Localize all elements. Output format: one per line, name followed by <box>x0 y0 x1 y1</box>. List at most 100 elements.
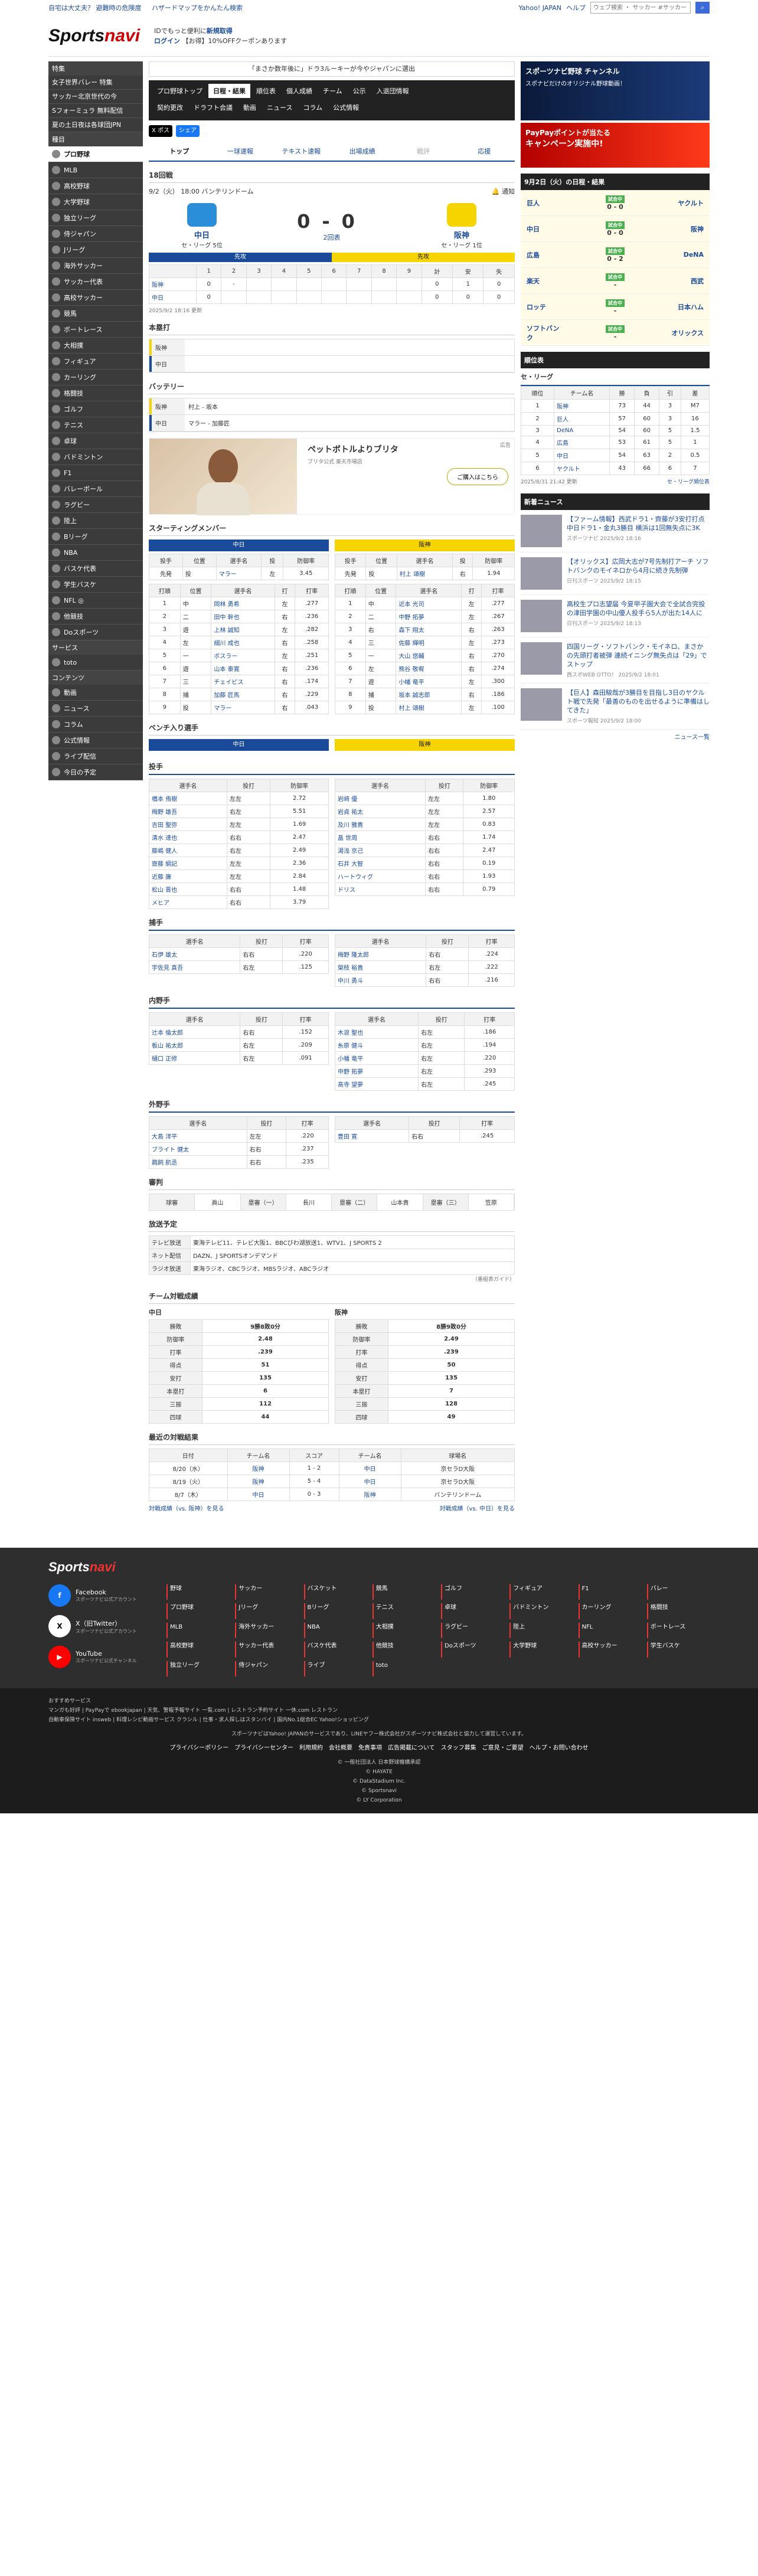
news-title[interactable]: 【巨人】森田駿哉が3勝目を目指し3日のヤクルト戦で先発「最善のものを出せるように… <box>567 688 710 715</box>
footer-link[interactable]: NFL <box>578 1622 641 1639</box>
footer-link[interactable]: 格闘技 <box>646 1603 710 1619</box>
footer-bottom-link[interactable]: 免責事項 <box>358 1744 382 1753</box>
sidebar-item-sport[interactable]: プロ野球 <box>48 146 143 162</box>
news-item[interactable]: 【オリックス】広岡大志が7号先制打アーチ ソフトバンクのモイネロから4月に続き先… <box>521 553 710 595</box>
player-name[interactable]: 藤嶋 健人 <box>149 844 227 857</box>
baseball-nav-item[interactable]: 個人成績 <box>282 84 317 98</box>
sidebar-item-content[interactable]: 動画 <box>48 685 143 701</box>
result-game[interactable]: 巨人 試合中 0 - 0 ヤクルト <box>521 190 710 216</box>
away-team-name[interactable]: 阪神 <box>420 229 503 240</box>
footer-bottom-link[interactable]: 広告掲載について <box>388 1744 435 1753</box>
player-name[interactable]: ブライト 健太 <box>149 1142 247 1156</box>
promo-banner[interactable]: 「まさか数年後に」ドラ3ルーキーが今やジャパンに選出 <box>149 61 515 77</box>
footer-social[interactable]: ▶ YouTube スポーツナビ公式チャンネル <box>48 1646 155 1668</box>
player-name[interactable]: 石井 大智 <box>334 857 426 870</box>
footer-link[interactable]: ラグビー <box>441 1622 504 1639</box>
result-game[interactable]: 広島 試合中 0 - 2 DeNA <box>521 242 710 268</box>
news-item[interactable]: 【巨人】森田駿哉が3勝目を目指し3日のヤクルト戦で先発「最善のものを出せるように… <box>521 684 710 730</box>
sidebar-item-sport[interactable]: テニス <box>48 417 143 433</box>
player-name[interactable]: 加藤 匠馬 <box>211 688 275 701</box>
footer-link[interactable]: NBA <box>303 1622 367 1639</box>
sidebar-item-content[interactable]: ライブ配信 <box>48 748 143 764</box>
player-name[interactable]: 及川 雅貴 <box>334 818 426 831</box>
standing-team[interactable]: ヤクルト <box>554 462 610 475</box>
news-thumbnail[interactable] <box>521 515 562 547</box>
sidebar-item-sport[interactable]: カーリング <box>48 370 143 385</box>
standing-team[interactable]: 阪神 <box>554 399 610 413</box>
table-cell[interactable]: 0 - 3 <box>289 1488 339 1501</box>
news-title[interactable]: 四国リーグ・ソフトバンク・モイネロ、まさかの先頭打者被弾 連続イニング無失点は「… <box>567 642 710 669</box>
team-link[interactable]: 中日 <box>338 1462 401 1475</box>
baseball-nav-item[interactable]: 順位表 <box>251 84 280 98</box>
footer-bottom-link[interactable]: 利用規約 <box>299 1744 323 1753</box>
player-name[interactable]: 板山 祐太郎 <box>148 1038 241 1052</box>
player-name[interactable]: 近本 光司 <box>396 597 462 610</box>
result-game[interactable]: ソフトバンク 試合中 - オリックス <box>521 320 710 346</box>
standing-team[interactable]: 中日 <box>554 449 610 462</box>
game-tab[interactable]: 出場成績 <box>332 142 393 161</box>
sidebar-item-sport[interactable]: バレーボール <box>48 481 143 497</box>
sidebar-item-sport[interactable]: 学生バスケ <box>48 577 143 593</box>
login-link[interactable]: ログイン <box>154 37 180 45</box>
player-name[interactable]: 細川 成也 <box>211 636 275 649</box>
result-game[interactable]: 楽天 試合中 - 西武 <box>521 268 710 294</box>
footer-link[interactable]: 陸上 <box>509 1622 572 1639</box>
footer-bottom-link[interactable]: プライバシーセンター <box>234 1744 293 1753</box>
home-team-name[interactable]: 中日 <box>161 229 243 240</box>
sidebar-item-sport[interactable]: フィギュア <box>48 354 143 370</box>
result-team-b[interactable]: 日本ハム <box>668 302 704 312</box>
league-tab[interactable]: セ・リーグ <box>521 368 710 386</box>
player-name[interactable]: 齋藤 綱記 <box>149 857 227 870</box>
result-team-b[interactable]: DeNA <box>668 251 704 259</box>
game-tab[interactable]: トップ <box>149 142 210 161</box>
standing-team[interactable]: DeNA <box>554 425 610 436</box>
player-name[interactable]: 岩崎 優 <box>334 792 426 805</box>
player-name[interactable]: 大島 洋平 <box>149 1129 247 1143</box>
team-link[interactable]: 阪神 <box>338 1488 401 1501</box>
sidebar-item-sport[interactable]: 独立リーグ <box>48 210 143 226</box>
player-name[interactable]: 清水 達也 <box>149 831 227 844</box>
sidebar-item-content[interactable]: コラム <box>48 717 143 733</box>
player-name[interactable]: 上林 誠知 <box>211 623 275 636</box>
footer-social[interactable]: f Facebook スポーツナビ公式アカウント <box>48 1584 155 1607</box>
ad-baseball-channel[interactable]: スポーツナビ野球 チャンネル スポナビだけのオリジナル野球動画！ <box>521 61 710 120</box>
footer-link[interactable]: 大相撲 <box>372 1622 435 1639</box>
result-team-a[interactable]: 中日 <box>527 224 562 234</box>
sidebar-item-sport[interactable]: 他競技 <box>48 609 143 625</box>
sidebar-item-content[interactable]: 今日の予定 <box>48 764 143 780</box>
sidebar-item-sport[interactable]: Doスポーツ <box>48 625 143 640</box>
footer-link[interactable]: バレー <box>646 1584 710 1600</box>
top-link-hazardmap[interactable]: ハザードマップをかんたん検索 <box>152 4 243 12</box>
news-item[interactable]: 【ファーム情報】西武ドラ1・齊藤が3安打打点 中日ドラ1・金丸3勝目 横浜は1回… <box>521 510 710 553</box>
footer-bottom-link[interactable]: スタッフ募集 <box>441 1744 476 1753</box>
sidebar-item-sport[interactable]: サッカー代表 <box>48 274 143 290</box>
player-name[interactable]: 佐藤 輝明 <box>396 636 462 649</box>
sidebar-feature-item[interactable]: 女子世界バレー 特集 <box>48 76 143 90</box>
player-name[interactable]: 辻本 倫太郎 <box>148 1025 241 1039</box>
footer-bottom-link[interactable]: プライバシーポリシー <box>169 1744 228 1753</box>
footer-link[interactable]: 競馬 <box>372 1584 435 1600</box>
sidebar-item-sport[interactable]: 海外サッカー <box>48 258 143 274</box>
news-thumbnail[interactable] <box>521 642 562 675</box>
team-link[interactable]: 中日 <box>338 1475 401 1488</box>
baseball-nav-item[interactable]: ドラフト会議 <box>189 100 237 115</box>
footer-link[interactable]: バスケ代表 <box>303 1642 367 1658</box>
player-name[interactable]: ハートウィグ <box>334 869 426 883</box>
team-link[interactable]: 阪神 <box>227 1462 290 1475</box>
baseball-nav-item[interactable]: チーム <box>318 84 347 98</box>
table-cell[interactable]: 5 - 4 <box>289 1475 339 1488</box>
baseball-nav-item[interactable]: 入退団情報 <box>372 84 414 98</box>
footer-link[interactable]: 学生バスケ <box>646 1642 710 1658</box>
player-name[interactable]: 岩貞 祐太 <box>334 805 426 818</box>
result-team-a[interactable]: ソフトバンク <box>527 323 562 342</box>
footer-link[interactable]: Doスポーツ <box>441 1642 504 1658</box>
baseball-nav-item[interactable]: 動画 <box>238 100 261 115</box>
news-item[interactable]: 四国リーグ・ソフトバンク・モイネロ、まさかの先頭打者被弾 連続イニング無失点は「… <box>521 638 710 684</box>
news-thumbnail[interactable] <box>521 688 562 721</box>
sidebar-item-sport[interactable]: MLB <box>48 162 143 178</box>
player-name[interactable]: 中野 拓夢 <box>334 1064 419 1078</box>
footer-link[interactable]: サッカー <box>235 1584 298 1600</box>
game-tab[interactable]: テキスト速報 <box>271 142 332 161</box>
player-name[interactable]: 石伊 雄太 <box>148 947 241 961</box>
player-name[interactable]: 中川 勇斗 <box>334 973 427 987</box>
